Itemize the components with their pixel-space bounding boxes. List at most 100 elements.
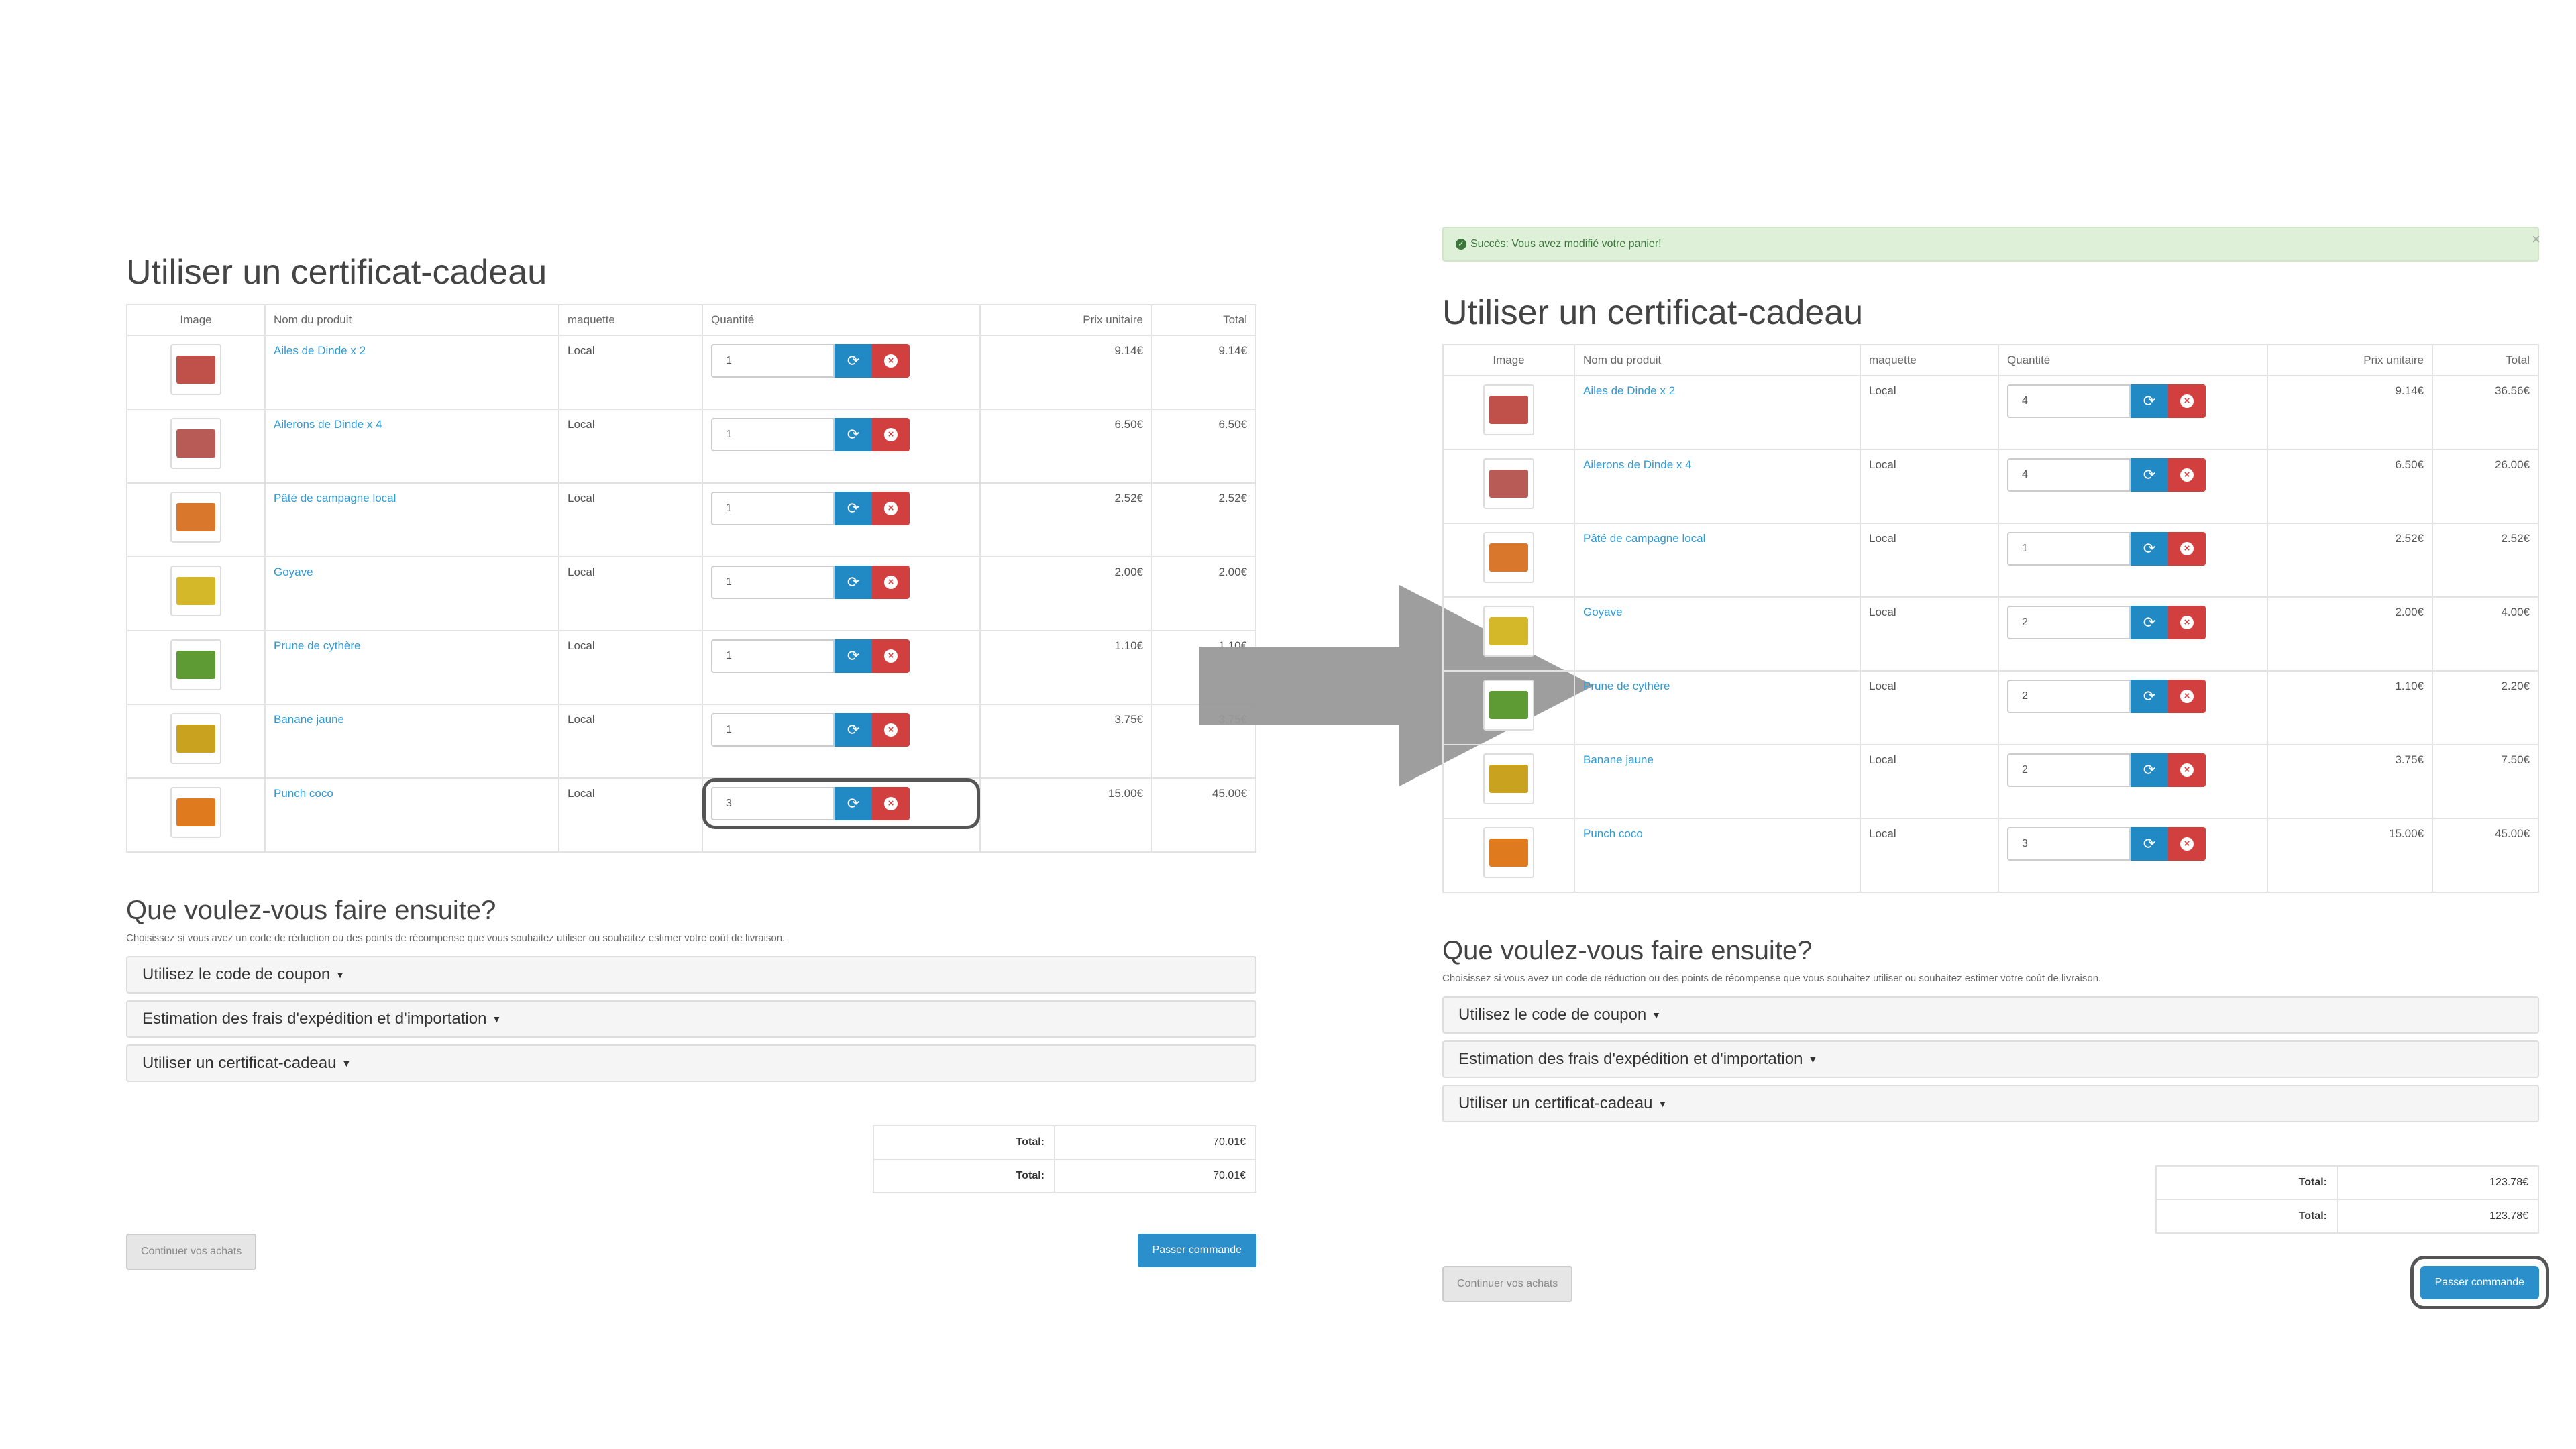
coupon-accordion[interactable]: Utilisez le code de coupon ▼ — [1442, 996, 2539, 1034]
quantity-input[interactable] — [711, 492, 835, 526]
quantity-input[interactable] — [711, 418, 835, 452]
product-link[interactable]: Punch coco — [274, 787, 333, 800]
product-thumbnail[interactable] — [1483, 680, 1534, 731]
quantity-input[interactable] — [2007, 753, 2131, 788]
unit-price: 6.50€ — [2395, 458, 2424, 472]
row-total-cell: 45.00€ — [1151, 777, 1256, 853]
product-link[interactable]: Goyave — [274, 566, 313, 578]
product-name-cell: Ailes de Dinde x 2 — [1574, 375, 1861, 451]
remove-button[interactable]: × — [872, 418, 910, 452]
quantity-input[interactable] — [711, 787, 835, 821]
gift-certificate-accordion[interactable]: Utiliser un certificat-cadeau ▼ — [126, 1044, 1256, 1083]
product-link[interactable]: Pâté de campagne local — [274, 492, 396, 504]
quantity-input[interactable] — [2007, 827, 2131, 861]
product-link[interactable]: Banane jaune — [274, 713, 344, 726]
row-total-cell: 4.00€ — [2432, 596, 2539, 672]
row-total: 2.52€ — [1218, 492, 1247, 505]
refresh-button[interactable]: ⟳ — [2131, 458, 2168, 492]
product-link[interactable]: Prune de cythère — [1583, 680, 1670, 692]
remove-button[interactable]: × — [2168, 680, 2206, 714]
product-thumbnail[interactable] — [170, 492, 221, 543]
row-total-cell: 9.14€ — [1151, 335, 1256, 411]
refresh-button[interactable]: ⟳ — [2131, 606, 2168, 640]
refresh-icon: ⟳ — [2143, 688, 2156, 705]
product-name-cell: Prune de cythère — [264, 630, 559, 706]
product-link[interactable]: Ailerons de Dinde x 4 — [1583, 458, 1692, 471]
checkout-button[interactable]: Passer commande — [2410, 1256, 2550, 1310]
row-total-cell: 45.00€ — [2432, 818, 2539, 894]
refresh-button[interactable]: ⟳ — [835, 418, 872, 452]
col-unit-price: Prix unitaire — [2267, 344, 2433, 377]
product-thumbnail[interactable] — [170, 566, 221, 617]
quantity-input[interactable] — [711, 639, 835, 674]
gift-certificate-accordion[interactable]: Utiliser un certificat-cadeau ▼ — [1442, 1085, 2539, 1123]
remove-button[interactable]: × — [872, 713, 910, 747]
continue-shopping-button[interactable]: Continuer vos achats — [126, 1234, 257, 1271]
product-thumbnail[interactable] — [170, 787, 221, 839]
refresh-button[interactable]: ⟳ — [835, 344, 872, 378]
refresh-button[interactable]: ⟳ — [835, 787, 872, 821]
refresh-button[interactable]: ⟳ — [2131, 827, 2168, 861]
refresh-button[interactable]: ⟳ — [835, 492, 872, 526]
product-link[interactable]: Ailes de Dinde x 2 — [1583, 384, 1675, 397]
refresh-button[interactable]: ⟳ — [835, 639, 872, 674]
product-thumbnail[interactable] — [1483, 606, 1534, 657]
quantity-input[interactable] — [2007, 384, 2131, 419]
product-thumbnail[interactable] — [170, 713, 221, 765]
row-total-cell: 2.52€ — [1151, 482, 1256, 558]
remove-button[interactable]: × — [2168, 532, 2206, 566]
remove-button[interactable]: × — [872, 566, 910, 600]
checkout-button[interactable]: Passer commande — [1137, 1234, 1256, 1268]
product-thumbnail[interactable] — [170, 344, 221, 396]
totals-row: Total: 70.01€ — [873, 1125, 1256, 1161]
product-thumbnail[interactable] — [1483, 384, 1534, 436]
row-total: 36.56€ — [2495, 384, 2530, 398]
refresh-button[interactable]: ⟳ — [2131, 384, 2168, 419]
remove-button[interactable]: × — [872, 492, 910, 526]
product-link[interactable]: Prune de cythère — [274, 639, 360, 652]
remove-button[interactable]: × — [2168, 827, 2206, 861]
product-link[interactable]: Punch coco — [1583, 827, 1643, 840]
remove-button[interactable]: × — [2168, 384, 2206, 419]
quantity-input[interactable] — [711, 713, 835, 747]
quantity-input[interactable] — [2007, 606, 2131, 640]
quantity-input[interactable] — [2007, 532, 2131, 566]
quantity-input[interactable] — [711, 344, 835, 378]
product-thumbnail[interactable] — [1483, 532, 1534, 584]
product-link[interactable]: Pâté de campagne local — [1583, 532, 1705, 545]
refresh-button[interactable]: ⟳ — [2131, 532, 2168, 566]
remove-button[interactable]: × — [2168, 606, 2206, 640]
quantity-group: ⟳× — [702, 778, 980, 830]
refresh-button[interactable]: ⟳ — [2131, 753, 2168, 788]
refresh-button[interactable]: ⟳ — [835, 713, 872, 747]
remove-button[interactable]: × — [872, 787, 910, 821]
next-steps-description: Choisissez si vous avez un code de réduc… — [126, 932, 786, 945]
product-link[interactable]: Goyave — [1583, 606, 1623, 619]
remove-icon: × — [884, 502, 898, 516]
coupon-accordion[interactable]: Utilisez le code de coupon ▼ — [126, 956, 1256, 994]
refresh-button[interactable]: ⟳ — [835, 566, 872, 600]
remove-button[interactable]: × — [872, 344, 910, 378]
quantity-input[interactable] — [711, 566, 835, 600]
product-link[interactable]: Ailes de Dinde x 2 — [274, 344, 366, 357]
close-icon[interactable]: × — [2532, 231, 2540, 248]
product-thumbnail[interactable] — [1483, 827, 1534, 879]
accordion-label: Utilisez le code de coupon — [1458, 1006, 1647, 1024]
row-total-cell: 36.56€ — [2432, 375, 2539, 451]
product-thumbnail[interactable] — [170, 418, 221, 470]
cart-row: Pâté de campagne localLocal⟳×2.52€2.52€ — [1442, 523, 2539, 598]
product-thumbnail[interactable] — [170, 639, 221, 691]
continue-shopping-button[interactable]: Continuer vos achats — [1442, 1266, 1573, 1303]
quantity-input[interactable] — [2007, 680, 2131, 714]
product-thumbnail[interactable] — [1483, 458, 1534, 510]
product-link[interactable]: Banane jaune — [1583, 753, 1654, 766]
product-link[interactable]: Ailerons de Dinde x 4 — [274, 418, 382, 431]
remove-button[interactable]: × — [872, 639, 910, 674]
quantity-input[interactable] — [2007, 458, 2131, 492]
shipping-estimate-accordion[interactable]: Estimation des frais d'expédition et d'i… — [1442, 1040, 2539, 1079]
shipping-estimate-accordion[interactable]: Estimation des frais d'expédition et d'i… — [126, 1000, 1256, 1038]
remove-button[interactable]: × — [2168, 458, 2206, 492]
refresh-button[interactable]: ⟳ — [2131, 680, 2168, 714]
product-thumbnail[interactable] — [1483, 753, 1534, 805]
remove-button[interactable]: × — [2168, 753, 2206, 788]
